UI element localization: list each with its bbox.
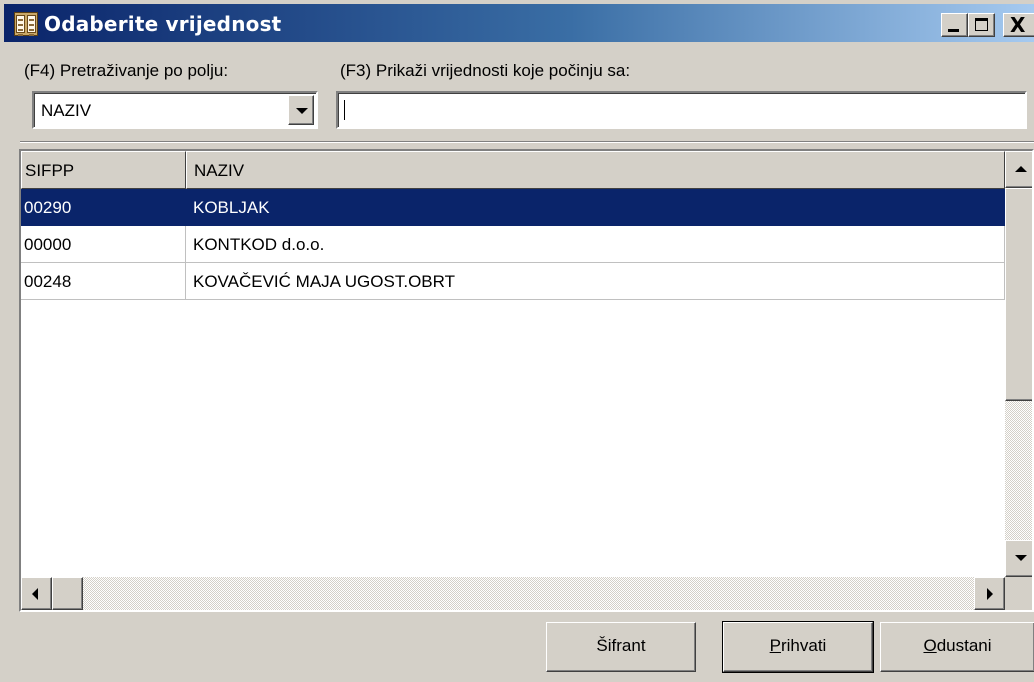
chevron-down-icon	[296, 108, 308, 114]
maximize-icon	[975, 18, 988, 31]
search-prefix-label: (F3) Prikaži vrijednosti koje počinju sa…	[340, 61, 631, 80]
accept-button[interactable]: Prihvati	[722, 621, 874, 673]
scroll-down-button[interactable]	[1005, 540, 1032, 577]
cell-naziv: KOVAČEVIĆ MAJA UGOST.OBRT	[186, 263, 1005, 300]
results-grid[interactable]: SIFPP NAZIV 00290 KOBLJAK 00000 KONTKOD …	[19, 149, 1034, 612]
sifrant-button-label: Šifrant	[596, 636, 646, 655]
arrow-up-icon	[1015, 166, 1027, 172]
minimize-button[interactable]	[941, 13, 968, 37]
accept-button-label: rihvati	[780, 636, 827, 655]
cancel-button-mnemonic: O	[923, 636, 937, 655]
cell-sifpp: 00290	[21, 189, 186, 226]
horizontal-scroll-thumb[interactable]	[52, 577, 83, 610]
minimize-icon	[948, 29, 959, 32]
arrow-right-icon	[987, 588, 993, 600]
scroll-right-button[interactable]	[974, 577, 1005, 610]
search-field-value: NAZIV	[41, 101, 92, 120]
arrow-down-icon	[1015, 555, 1027, 561]
vertical-scroll-thumb[interactable]	[1005, 188, 1032, 401]
title-bar[interactable]: Odaberite vrijednost X	[4, 4, 1034, 42]
scrollbar-corner	[1005, 577, 1032, 610]
search-input[interactable]	[336, 91, 1027, 129]
scroll-up-button[interactable]	[1005, 151, 1032, 188]
cell-sifpp: 00248	[21, 263, 186, 300]
divider	[20, 141, 1034, 143]
sifrant-button[interactable]: Šifrant	[546, 622, 696, 672]
table-row[interactable]: 00248 KOVAČEVIĆ MAJA UGOST.OBRT	[21, 263, 1005, 300]
cancel-button[interactable]: Odustani	[880, 622, 1034, 672]
table-row[interactable]: 00290 KOBLJAK	[21, 189, 1005, 226]
window-title: Odaberite vrijednost	[44, 12, 282, 36]
column-header-naziv[interactable]: NAZIV	[186, 151, 1005, 189]
search-field-dropdown-button[interactable]	[288, 95, 314, 125]
table-row[interactable]: 00000 KONTKOD d.o.o.	[21, 226, 1005, 263]
value-picker-dialog: Odaberite vrijednost X (F4) Pretraživanj…	[0, 0, 1034, 682]
search-field-label: (F4) Pretraživanje po polju:	[24, 61, 229, 80]
cell-naziv: KOBLJAK	[186, 189, 1005, 226]
close-button[interactable]: X	[1003, 13, 1034, 37]
cancel-button-label: dustani	[936, 636, 992, 655]
cell-sifpp: 00000	[21, 226, 186, 263]
arrow-left-icon	[32, 588, 38, 600]
accept-button-mnemonic: P	[769, 636, 781, 655]
vertical-scrollbar[interactable]	[1005, 151, 1032, 577]
column-header-sifpp[interactable]: SIFPP	[21, 151, 186, 189]
search-field-select[interactable]: NAZIV	[32, 91, 318, 129]
cell-naziv: KONTKOD d.o.o.	[186, 226, 1005, 263]
book-icon	[14, 12, 38, 36]
horizontal-scrollbar[interactable]	[21, 577, 1005, 610]
scroll-left-button[interactable]	[21, 577, 52, 610]
close-icon: X	[1010, 13, 1026, 37]
text-caret	[344, 100, 345, 120]
maximize-button[interactable]	[968, 13, 995, 37]
